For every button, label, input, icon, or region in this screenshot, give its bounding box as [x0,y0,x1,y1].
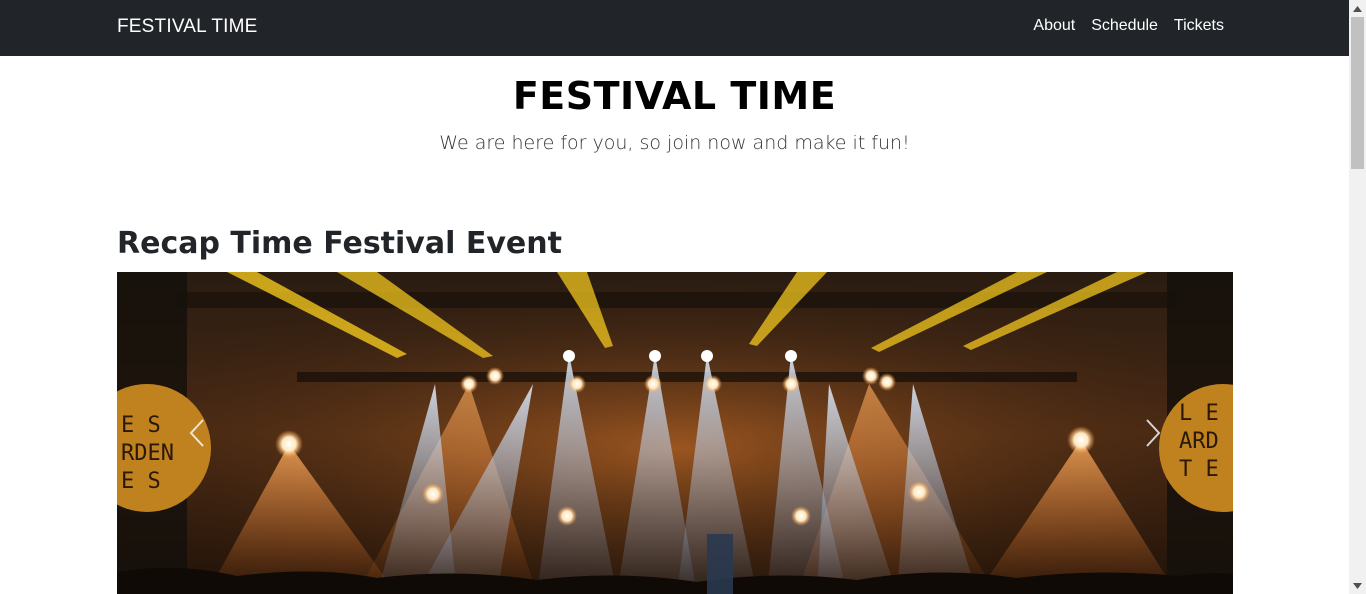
scroll-down-arrow-icon[interactable] [1349,577,1366,594]
nav-link-tickets[interactable]: Tickets [1174,17,1224,35]
scrollbar-thumb[interactable] [1351,17,1364,169]
hero-subtitle: We are here for you, so join now and mak… [439,132,910,154]
concert-stage-image [117,272,1233,594]
nav-links: About Schedule Tickets [1033,17,1224,35]
hero-title: FESTIVAL TIME [512,74,837,118]
page: FESTIVAL TIME About Schedule Tickets FES… [0,0,1349,594]
scroll-up-arrow-icon[interactable] [1349,0,1366,17]
chevron-right-icon [1146,419,1161,447]
carousel-prev-button[interactable] [117,272,277,594]
recap-title: Recap Time Festival Event [117,226,562,261]
chevron-left-icon [189,419,204,447]
nav-link-schedule[interactable]: Schedule [1091,17,1158,35]
nav-link-about[interactable]: About [1033,17,1075,35]
recap-carousel[interactable]: E S RDEN E S L E ARD T E [117,272,1233,594]
navbar-brand[interactable]: FESTIVAL TIME [117,16,258,38]
vertical-scrollbar[interactable] [1349,0,1366,594]
navbar: FESTIVAL TIME About Schedule Tickets [0,0,1349,56]
carousel-next-button[interactable] [1073,272,1233,594]
